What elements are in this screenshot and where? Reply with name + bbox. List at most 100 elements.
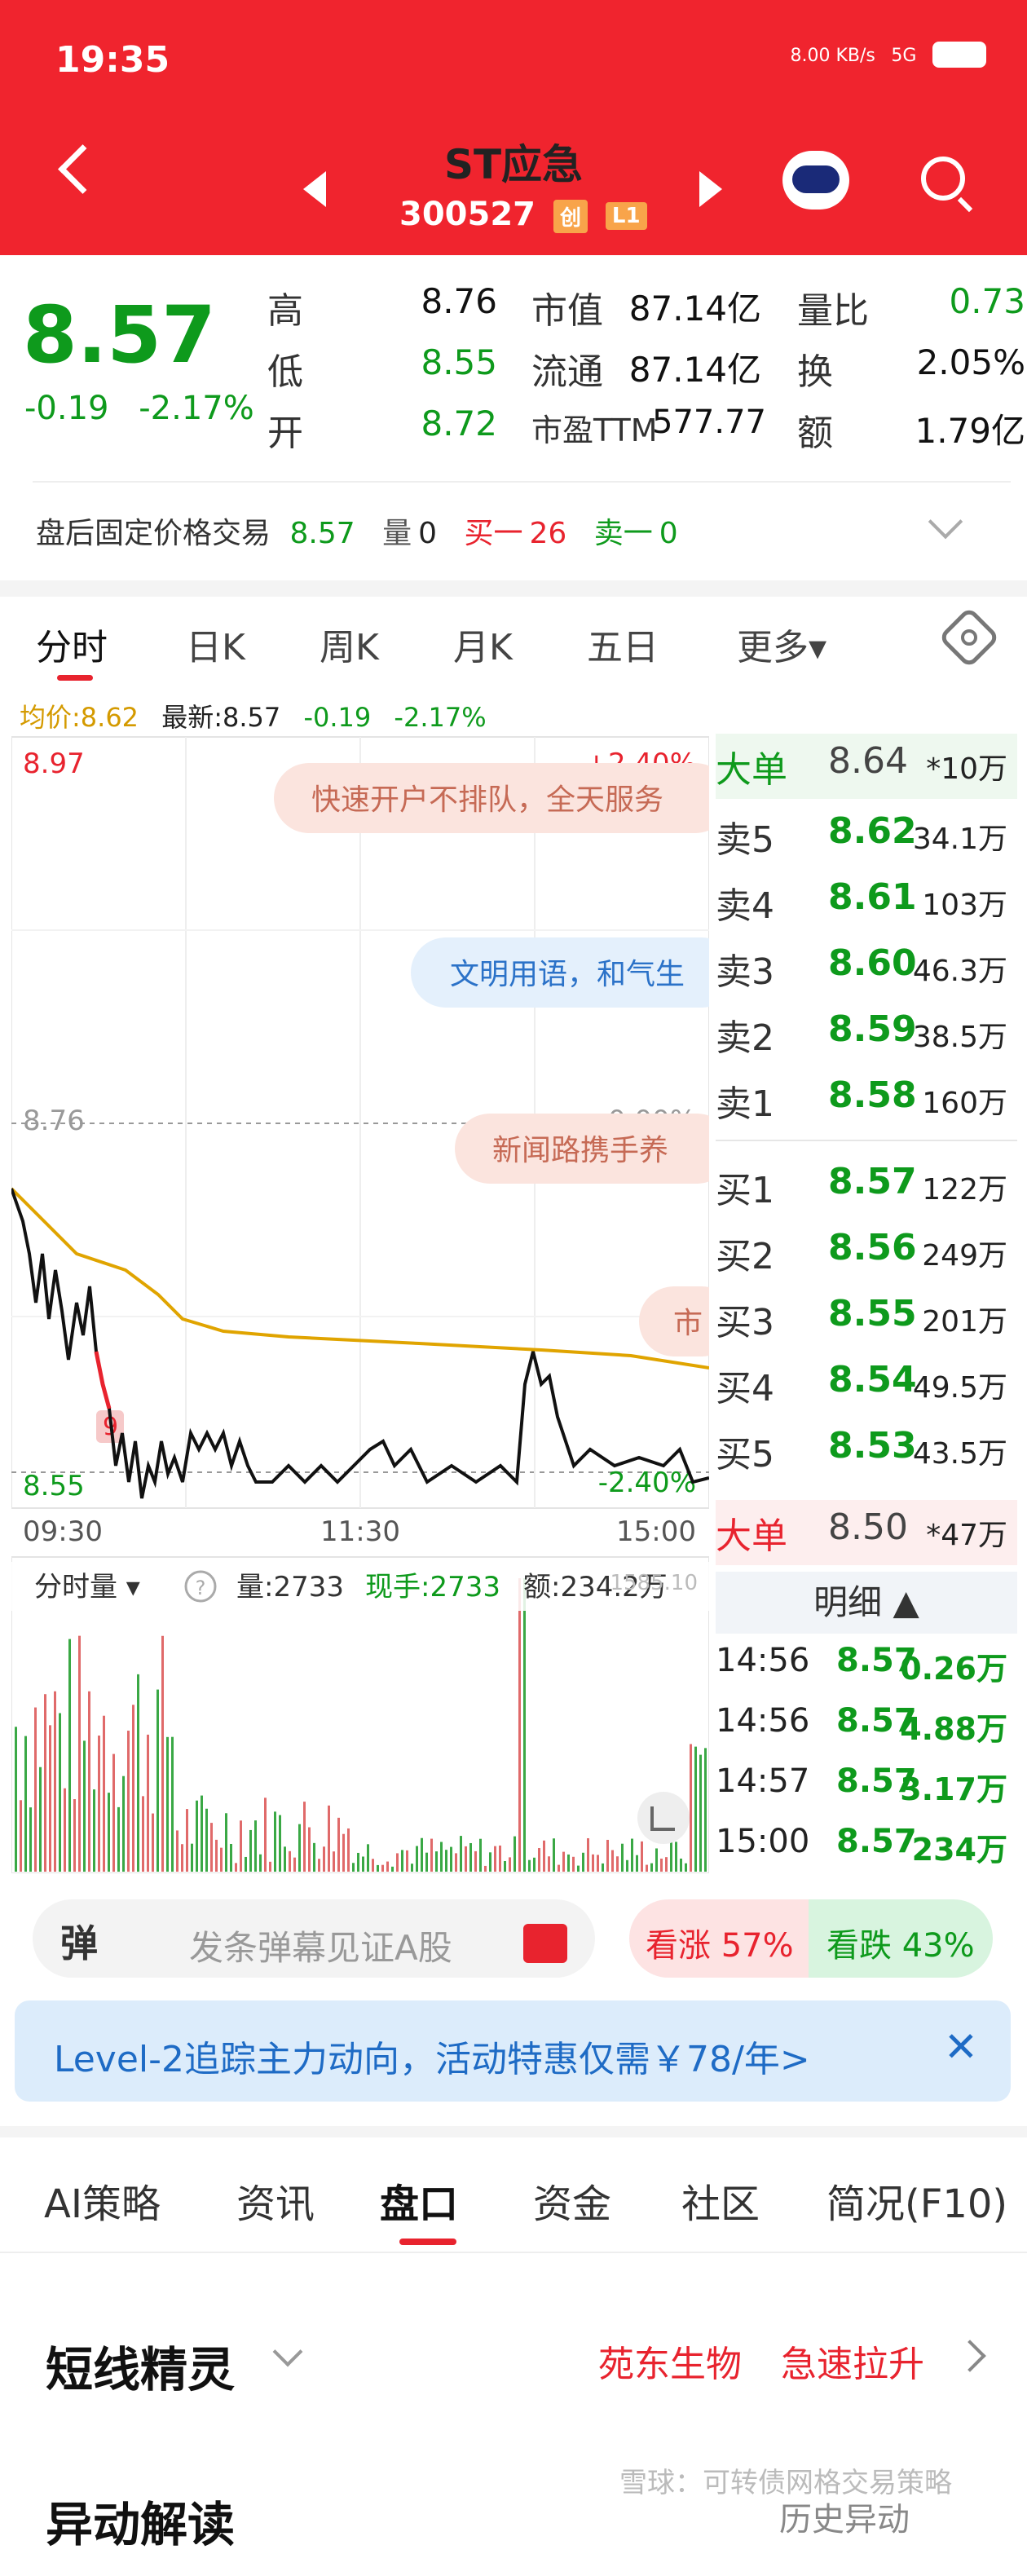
sprite-signal: 急速拉升: [781, 2344, 924, 2385]
volume-bar: [103, 1715, 105, 1872]
sprite-title[interactable]: 短线精灵: [46, 2331, 235, 2400]
volume-bar: [372, 1859, 374, 1872]
chevron-down-icon[interactable]: [928, 504, 963, 540]
tab-intraday[interactable]: 分时: [36, 618, 108, 670]
ask-vol: 103万: [922, 889, 1007, 922]
volume-bar: [264, 1797, 267, 1872]
bid-row[interactable]: 买5 8.53 43.5万: [716, 1418, 1017, 1484]
current-price: 8.57: [23, 289, 216, 381]
volume-bar: [49, 1725, 51, 1872]
volume-bar: [249, 1829, 252, 1872]
volume-bar: [694, 1746, 697, 1872]
bid-row[interactable]: 买2 8.56 249万: [716, 1220, 1017, 1286]
ask-row[interactable]: 卖2 8.59 38.5万: [716, 1002, 1017, 1067]
big-bid-price: 8.50: [828, 1506, 908, 1548]
search-icon[interactable]: [921, 157, 965, 201]
ask-price: 8.60: [828, 942, 917, 984]
detail-time: 15:00: [716, 1823, 810, 1860]
volume-bar: [29, 1807, 32, 1872]
volume-bar: [166, 1736, 169, 1872]
battery-icon: [932, 41, 986, 68]
tab-news[interactable]: 资讯: [236, 2172, 315, 2229]
volume-bar: [597, 1855, 599, 1872]
volume-bar: [616, 1856, 619, 1872]
volume-label: 分时量 ▾: [34, 1571, 140, 1603]
volume-bar: [660, 1858, 663, 1872]
volume-bar: [357, 1852, 359, 1872]
ask-vol: 38.5万: [912, 1021, 1007, 1054]
volume-bar: [181, 1844, 183, 1872]
label-volratio: 量比: [797, 290, 869, 332]
volume-bar: [484, 1865, 487, 1872]
ask-row[interactable]: 卖4 8.61 103万: [716, 870, 1017, 935]
gift-icon[interactable]: [523, 1924, 567, 1963]
ask-row[interactable]: 卖3 8.60 46.3万: [716, 936, 1017, 1001]
volume-bar: [308, 1827, 311, 1872]
tab-profile[interactable]: 简况(F10): [826, 2172, 1027, 2229]
volume-bar: [440, 1842, 443, 1872]
volume-bar: [328, 1805, 330, 1872]
level-tag: L1: [605, 202, 647, 230]
tab-orderbook[interactable]: 盘口: [380, 2172, 458, 2229]
ask-label: 卖4: [716, 885, 774, 927]
volume-bar: [171, 1736, 174, 1872]
volume-bar: [318, 1859, 320, 1872]
danmu-icon[interactable]: 弹: [60, 1914, 98, 1968]
tab-ai-strategy[interactable]: AI策略: [44, 2172, 161, 2229]
volume-bar: [108, 1793, 110, 1872]
tab-monthly-k[interactable]: 月K: [453, 618, 513, 670]
chevron-down-icon[interactable]: [272, 2336, 303, 2367]
volume-bar: [367, 1844, 369, 1872]
ask-row[interactable]: 卖1 8.58 160万: [716, 1068, 1017, 1133]
bid-row[interactable]: 买1 8.57 122万: [716, 1154, 1017, 1220]
intraday-chart[interactable]: 8.97 8.76 8.55 +2.40% 0.00% -2.40% 09:30…: [11, 732, 709, 1873]
value-open: 8.72: [421, 404, 497, 443]
sprite-stock[interactable]: 苑东生物: [598, 2335, 742, 2387]
ask-price: 8.58: [828, 1074, 917, 1116]
volume-bar: [117, 1806, 120, 1872]
tab-underline: [399, 2239, 456, 2245]
danmu-input[interactable]: 发条弹幕见证A股: [189, 1921, 452, 1970]
tab-capital[interactable]: 资金: [533, 2172, 611, 2229]
volume-bar: [333, 1851, 335, 1872]
detail-price: 8.57: [836, 1823, 917, 1860]
after-hours-row[interactable]: 盘后固定价格交易 8.57 量0 买一 26 卖一 0: [36, 509, 696, 552]
value-mktcap: 87.14亿: [628, 289, 761, 329]
volume-bar: [425, 1852, 428, 1872]
big-order-ask[interactable]: 大单 8.64 *10万: [716, 734, 1017, 799]
volume-bar: [435, 1851, 438, 1872]
volume-bar: [98, 1736, 100, 1872]
volume-bar: [553, 1838, 555, 1872]
settings-icon[interactable]: [937, 606, 1001, 669]
volume-bar: [323, 1846, 325, 1872]
tab-community[interactable]: 社区: [681, 2172, 760, 2229]
volume-bar: [430, 1838, 433, 1872]
volume-bar: [577, 1865, 580, 1872]
close-icon[interactable]: ✕: [944, 2023, 978, 2071]
volume-bar: [83, 1740, 86, 1872]
bid-row[interactable]: 买3 8.55 201万: [716, 1286, 1017, 1352]
bid-label: 买4: [716, 1368, 774, 1409]
bid-row[interactable]: 买4 8.54 49.5万: [716, 1352, 1017, 1418]
volume-bar: [533, 1857, 536, 1872]
tab-daily-k[interactable]: 日K: [186, 618, 245, 670]
volume-bar: [572, 1856, 575, 1872]
big-ask-price: 8.64: [828, 740, 908, 782]
ask-row[interactable]: 卖5 8.62 34.1万: [716, 804, 1017, 869]
tab-weekly-k[interactable]: 周K: [320, 618, 379, 670]
robot-assistant-icon[interactable]: [782, 151, 849, 210]
banner-text[interactable]: Level-2追踪主力动向，活动特惠仅需￥78/年>: [54, 2030, 810, 2082]
tab-five-day[interactable]: 五日: [587, 618, 659, 670]
bid-vol: 201万: [922, 1305, 1007, 1339]
value-high: 8.76: [421, 281, 497, 321]
ask-price: 8.59: [828, 1008, 917, 1050]
bid-label: 买2: [716, 1236, 774, 1277]
detail-header[interactable]: 明细 ▲: [716, 1572, 1017, 1634]
big-order-bid[interactable]: 大单 8.50 *47万: [716, 1500, 1017, 1565]
tab-more[interactable]: 更多▾: [737, 618, 826, 670]
volume-bar: [396, 1853, 399, 1872]
volume-bar: [523, 1578, 526, 1872]
volume-bar: [230, 1843, 232, 1872]
section-divider: [0, 2126, 1027, 2137]
volume-bar: [352, 1863, 355, 1872]
